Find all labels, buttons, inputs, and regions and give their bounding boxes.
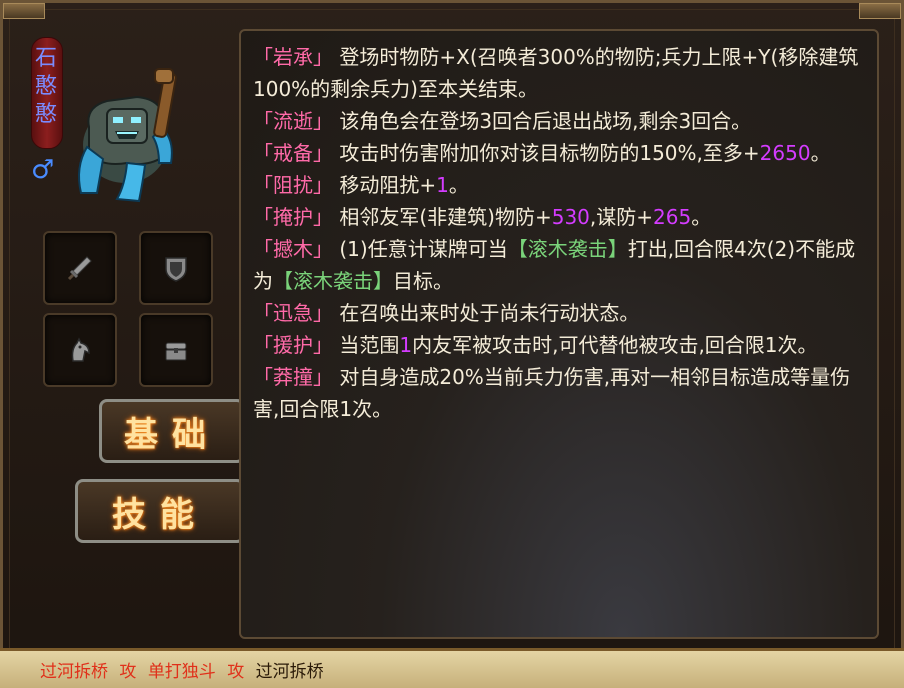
skill-entry: 「流逝」 该角色会在登场3回合后退出战场,剩余3回合。 <box>253 105 873 137</box>
bottom-status-bar: 过河拆桥 攻 单打独斗 攻 过河拆桥 <box>0 648 904 688</box>
skill-description: 当范围 <box>339 333 400 357</box>
skill-name: 「迅急」 <box>253 301 333 325</box>
skill-name: 「莽撞」 <box>253 365 333 389</box>
treasure-slot[interactable] <box>139 313 213 387</box>
card-link[interactable]: 【滚木袭击】 <box>273 269 393 293</box>
skill-value: 1 <box>399 333 413 357</box>
skill-name: 「掩护」 <box>253 205 333 229</box>
skill-name: 「戒备」 <box>253 141 333 165</box>
frame-corner <box>3 3 45 19</box>
skill-description: 。 <box>691 205 712 229</box>
hero-name-char: 憨 <box>34 74 57 99</box>
weapon-slot[interactable] <box>43 231 117 305</box>
skill-description: ,谋防+ <box>589 205 654 229</box>
skill-description: 该角色会在登场3回合后退出战场,剩余3回合。 <box>339 109 752 133</box>
skill-name: 「撼木」 <box>253 237 333 261</box>
skill-description: 攻击时伤害附加你对该目标物防的150%,至多+ <box>339 141 760 165</box>
hero-name-char: 憨 <box>34 102 57 127</box>
skill-description: 。 <box>810 141 831 165</box>
skill-entry: 「莽撞」 对自身造成20%当前兵力伤害,再对一相邻目标造成等量伤害,回合限1次。 <box>253 361 873 425</box>
card-item[interactable]: 单打独斗 <box>148 662 216 682</box>
skill-description: 移动阻扰+ <box>339 173 437 197</box>
skill-description: 在召唤出来时处于尚未行动状态。 <box>339 301 640 325</box>
skill-entry: 「掩护」 相邻友军(非建筑)物防+530,谋防+265。 <box>253 201 873 233</box>
tab-skills-label: 技能 <box>112 494 208 535</box>
card-sequence: 过河拆桥 攻 单打独斗 攻 过河拆桥 <box>40 657 324 682</box>
mount-slot[interactable] <box>43 313 117 387</box>
hero-name-char: 石 <box>34 46 57 71</box>
tab-basic[interactable]: 基础 <box>99 399 245 463</box>
card-type-label: 攻 <box>227 662 245 682</box>
hero-info-window: 石 憨 憨 ♂ 基础 技能 「岩承」 登场时物防+X(召唤者300%的物防;兵力… <box>0 0 904 688</box>
skill-description: 内友军被攻击时,可代替他被攻击,回合限1次。 <box>412 333 818 357</box>
card-item[interactable]: 过河拆桥 <box>40 662 108 682</box>
skill-description: 目标。 <box>393 269 453 293</box>
sword-icon <box>67 256 92 281</box>
armor-slot[interactable] <box>139 231 213 305</box>
card-item[interactable]: 过河拆桥 <box>256 662 324 682</box>
skill-description: 登场时物防+X(召唤者300%的物防;兵力上限+Y(移除建筑100%的剩余兵力)… <box>253 45 859 101</box>
skill-name: 「流逝」 <box>253 109 333 133</box>
skill-name: 「援护」 <box>253 333 333 357</box>
hero-name: 石 憨 憨 <box>33 45 59 129</box>
skill-description-panel[interactable]: 「岩承」 登场时物防+X(召唤者300%的物防;兵力上限+Y(移除建筑100%的… <box>239 29 879 639</box>
skill-description: (1)任意计谋牌可当 <box>339 237 508 261</box>
skill-entry: 「迅急」 在召唤出来时处于尚未行动状态。 <box>253 297 873 329</box>
skill-name: 「阻扰」 <box>253 173 333 197</box>
skill-value: 1 <box>436 173 449 197</box>
skill-entry: 「戒备」 攻击时伤害附加你对该目标物防的150%,至多+2650。 <box>253 137 873 169</box>
skill-entry: 「阻扰」 移动阻扰+1。 <box>253 169 873 201</box>
card-link[interactable]: 【滚木袭击】 <box>508 237 628 261</box>
gender-male-icon: ♂ <box>31 155 55 185</box>
card-type-label: 攻 <box>119 662 137 682</box>
treasure-chest-icon <box>165 342 187 361</box>
tab-skills[interactable]: 技能 <box>75 479 245 543</box>
skill-list: 「岩承」 登场时物防+X(召唤者300%的物防;兵力上限+Y(移除建筑100%的… <box>253 41 873 425</box>
skill-description: 对自身造成20%当前兵力伤害,再对一相邻目标造成等量伤害,回合限1次。 <box>253 365 851 421</box>
skill-value: 265 <box>653 205 692 229</box>
frame-corner <box>859 3 901 19</box>
skill-entry: 「岩承」 登场时物防+X(召唤者300%的物防;兵力上限+Y(移除建筑100%的… <box>253 41 873 105</box>
skill-description: 。 <box>448 173 469 197</box>
skill-name: 「岩承」 <box>253 45 333 69</box>
skill-value: 530 <box>551 205 590 229</box>
tab-basic-label: 基础 <box>124 414 220 455</box>
shield-icon <box>165 257 187 282</box>
horse-icon <box>71 337 90 362</box>
skill-description: 相邻友军(非建筑)物防+ <box>339 205 552 229</box>
skill-value: 2650 <box>759 141 811 165</box>
skill-entry: 「援护」 当范围1内友军被攻击时,可代替他被攻击,回合限1次。 <box>253 329 873 361</box>
skill-entry: 「撼木」 (1)任意计谋牌可当【滚木袭击】打出,回合限4次(2)不能成为【滚木袭… <box>253 233 873 297</box>
hero-portrait[interactable] <box>67 67 187 207</box>
